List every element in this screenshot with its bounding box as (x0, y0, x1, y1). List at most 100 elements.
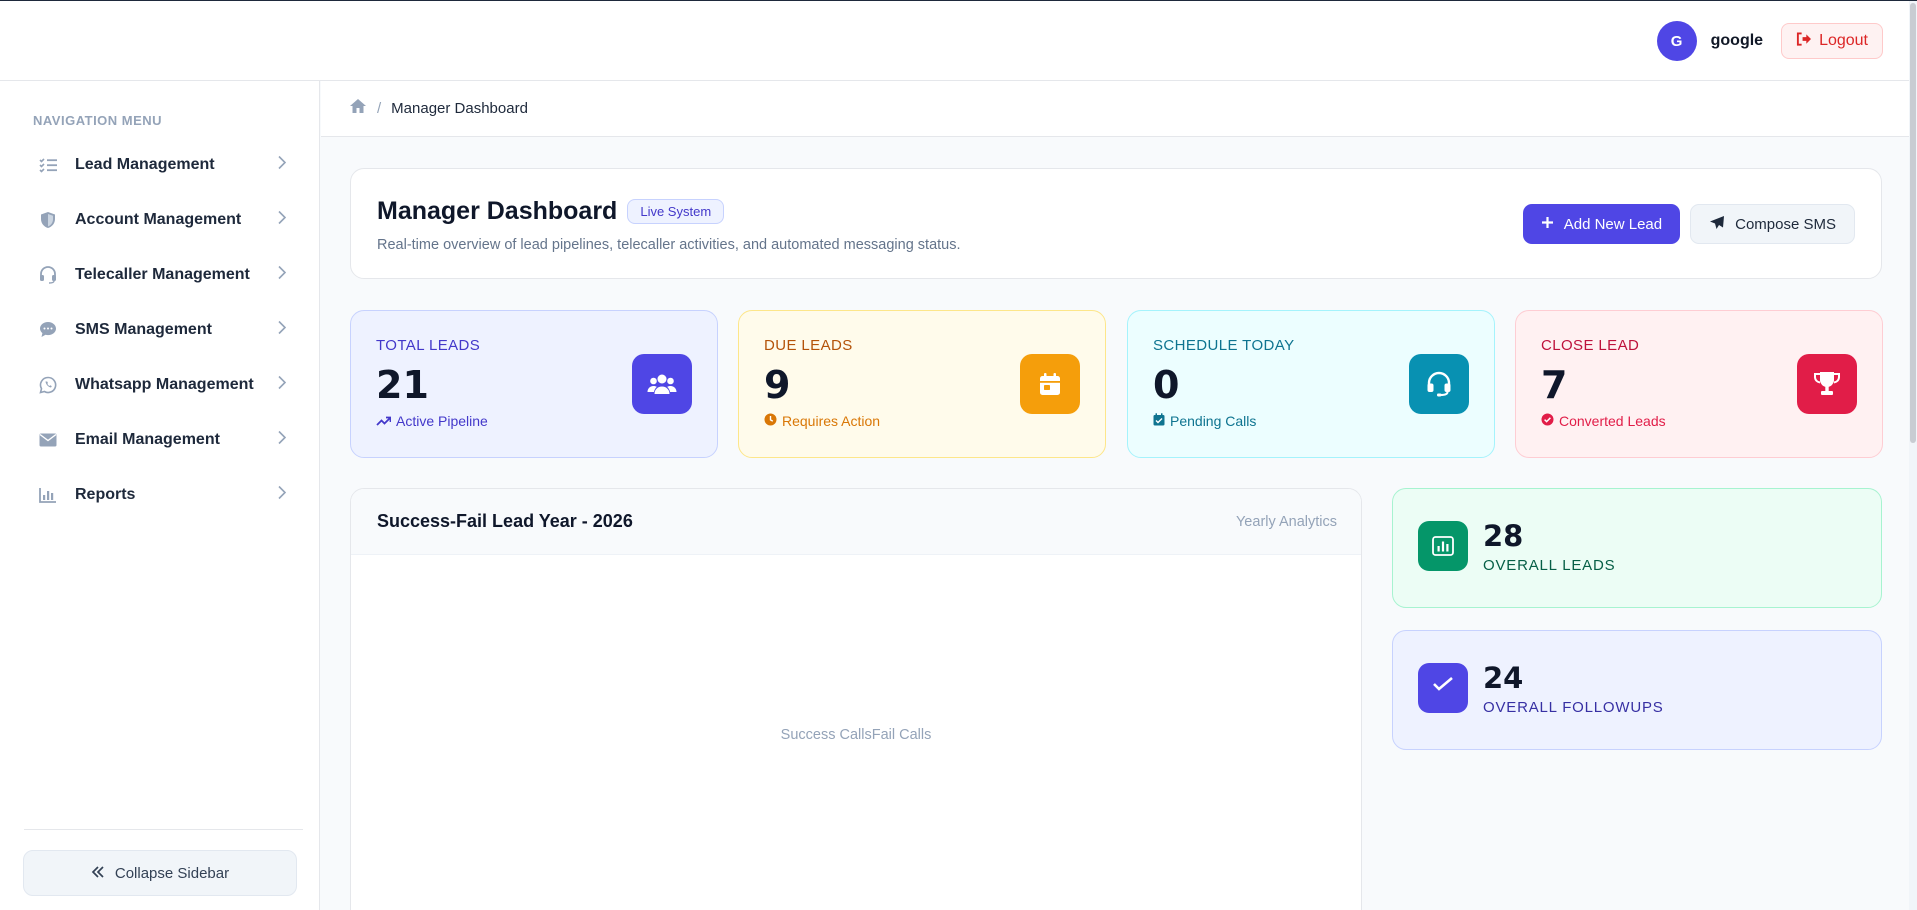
sidebar-item-email-management[interactable]: Email Management (24, 412, 296, 467)
chevron-right-icon (278, 375, 287, 394)
whatsapp-icon (38, 375, 58, 395)
stat-subtext-label: Requires Action (782, 413, 881, 429)
sidebar-item-label: Telecaller Management (75, 265, 250, 283)
stat-subtext: Converted Leads (1541, 413, 1666, 429)
add-new-lead-label: Add New Lead (1563, 215, 1663, 233)
stat-card-schedule-today[interactable]: SCHEDULE TODAY 0 Pending Calls (1127, 310, 1495, 458)
overall-leads-card[interactable]: 28 OVERALL LEADS (1392, 488, 1882, 608)
paper-plane-icon (1709, 215, 1725, 234)
breadcrumb-separator: / (377, 100, 382, 117)
overall-followups-label: OVERALL FOLLOWUPS (1483, 699, 1664, 716)
bar-chart-icon (1418, 521, 1468, 571)
double-chevron-left-icon (91, 865, 105, 882)
page-title: Manager Dashboard (377, 197, 618, 225)
chart-tag: Yearly Analytics (1235, 513, 1337, 530)
envelope-icon (38, 430, 58, 450)
sidebar-item-lead-management[interactable]: Lead Management (24, 137, 296, 192)
stat-subtext: Pending Calls (1153, 413, 1256, 429)
logout-icon (1796, 31, 1812, 51)
avatar[interactable]: G (1656, 21, 1697, 61)
chat-bubble-icon (38, 320, 58, 340)
sidebar-item-reports[interactable]: Reports (24, 467, 296, 522)
sidebar-item-account-management[interactable]: Account Management (24, 192, 296, 247)
chevron-right-icon (278, 430, 287, 449)
stat-subtext: Active Pipeline (376, 413, 488, 429)
stat-label: DUE LEADS (764, 337, 853, 354)
page-scrollbar[interactable] (1909, 1, 1917, 910)
stat-subtext-label: Converted Leads (1559, 413, 1666, 429)
compose-sms-button[interactable]: Compose SMS (1690, 204, 1855, 244)
stat-value: 7 (1541, 363, 1568, 407)
chevron-right-icon (278, 155, 287, 174)
stat-card-close-lead[interactable]: CLOSE LEAD 7 Converted Leads (1515, 310, 1883, 458)
headset-icon (1409, 354, 1469, 414)
plus-icon (1541, 216, 1554, 233)
calendar-icon (1020, 354, 1080, 414)
user-area: G google Logout (1656, 21, 1883, 61)
list-check-icon (38, 155, 58, 175)
chart-legend: Success CallsFail Calls (780, 727, 932, 743)
stat-value: 21 (376, 363, 429, 407)
headset-icon (38, 265, 58, 285)
sidebar-divider (24, 829, 303, 830)
sidebar-item-sms-management[interactable]: SMS Management (24, 302, 296, 357)
logout-button[interactable]: Logout (1781, 23, 1883, 59)
stat-card-due-leads[interactable]: DUE LEADS 9 Requires Action (738, 310, 1106, 458)
home-icon[interactable] (349, 98, 367, 119)
stat-subtext-label: Active Pipeline (396, 413, 488, 429)
sidebar-item-label: Reports (75, 485, 136, 503)
overall-followups-card[interactable]: 24 OVERALL FOLLOWUPS (1392, 630, 1882, 750)
nav-list: Lead Management Account Management Telec… (24, 137, 296, 522)
stat-label: TOTAL LEADS (376, 337, 481, 354)
dashboard-header-card: Manager Dashboard Live System Real-time … (350, 168, 1882, 279)
compose-sms-label: Compose SMS (1735, 215, 1836, 233)
collapse-sidebar-button[interactable]: Collapse Sidebar (23, 850, 297, 896)
stat-subtext-label: Pending Calls (1170, 413, 1257, 429)
chart-title: Success-Fail Lead Year - 2026 (377, 511, 633, 531)
stat-label: CLOSE LEAD (1541, 337, 1640, 354)
sidebar-item-label: Email Management (75, 430, 220, 448)
page-subtitle: Real-time overview of lead pipelines, te… (377, 237, 961, 253)
top-bar: G google Logout (0, 1, 1917, 81)
scrollbar-thumb[interactable] (1910, 3, 1916, 443)
bar-chart-icon (38, 485, 58, 505)
trophy-icon (1797, 354, 1857, 414)
logout-label: Logout (1819, 32, 1868, 49)
sidebar-item-telecaller-management[interactable]: Telecaller Management (24, 247, 296, 302)
stat-card-total-leads[interactable]: TOTAL LEADS 21 Active Pipeline (350, 310, 718, 458)
status-badge: Live System (627, 199, 725, 224)
checkbox-checked-icon (1418, 663, 1468, 713)
calendar-check-icon (1153, 413, 1165, 429)
overall-leads-label: OVERALL LEADS (1483, 557, 1616, 574)
sidebar-item-label: Account Management (75, 210, 242, 228)
chevron-right-icon (278, 320, 287, 339)
stat-value: 9 (764, 363, 791, 407)
page-title-row: Manager Dashboard Live System (377, 197, 725, 226)
chevron-right-icon (278, 265, 287, 284)
trend-up-icon (376, 413, 392, 429)
overall-followups-value: 24 (1483, 661, 1524, 695)
user-name: google (1710, 32, 1764, 49)
sidebar-item-whatsapp-management[interactable]: Whatsapp Management (24, 357, 296, 412)
chevron-right-icon (278, 485, 287, 504)
breadcrumb-current: Manager Dashboard (391, 100, 528, 117)
add-new-lead-button[interactable]: Add New Lead (1522, 204, 1681, 244)
sidebar-item-label: SMS Management (75, 320, 212, 338)
clock-icon (764, 413, 777, 429)
sidebar-item-label: Lead Management (75, 155, 215, 173)
stat-value: 0 (1153, 363, 1180, 407)
success-fail-chart-card: Success-Fail Lead Year - 2026 Yearly Ana… (350, 488, 1362, 910)
chevron-right-icon (278, 210, 287, 229)
sidebar: NAVIGATION MENU Lead Management Account … (0, 81, 320, 910)
nav-heading: NAVIGATION MENU (33, 113, 163, 128)
sidebar-item-label: Whatsapp Management (75, 375, 254, 393)
breadcrumb: / Manager Dashboard (321, 81, 1917, 137)
stat-label: SCHEDULE TODAY (1153, 337, 1295, 354)
overall-leads-value: 28 (1483, 519, 1524, 553)
chart-header: Success-Fail Lead Year - 2026 Yearly Ana… (351, 489, 1361, 555)
header-actions: Add New Lead Compose SMS (1522, 204, 1855, 244)
stat-subtext: Requires Action (764, 413, 880, 429)
collapse-sidebar-label: Collapse Sidebar (114, 864, 230, 882)
users-icon (632, 354, 692, 414)
check-circle-icon (1541, 413, 1554, 429)
